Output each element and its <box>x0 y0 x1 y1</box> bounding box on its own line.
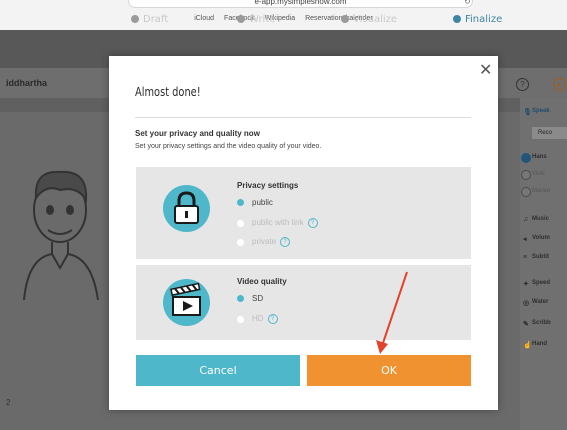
panel-subtitles[interactable]: ≡ Subtit <box>523 254 549 261</box>
dialog-description: Set your privacy settings and the video … <box>135 143 322 150</box>
clapperboard-icon <box>163 279 210 326</box>
annotation-arrow <box>376 271 408 354</box>
privacy-option-private[interactable]: private? <box>237 237 291 247</box>
running-icon: ✦ <box>523 281 529 288</box>
cancel-button[interactable]: Cancel <box>136 355 300 386</box>
panel-speaker[interactable]: 🎙 Speak <box>523 108 550 116</box>
dialog-title: Almost done! <box>135 85 201 99</box>
privacy-option-public-with-link[interactable]: public with link? <box>237 218 318 228</box>
panel-watermark[interactable]: ◎ Water <box>523 299 548 307</box>
step-dot-icon <box>131 15 139 23</box>
page-number: 2 <box>6 398 11 407</box>
radio-icon <box>237 315 244 323</box>
help-icon[interactable]: ? <box>280 237 291 247</box>
microphone-icon: 🎙 <box>523 109 532 116</box>
dialog-subtitle: Set your privacy and quality now <box>135 129 260 138</box>
url-bar[interactable]: e-app.mysimpleshow.com <box>128 0 473 8</box>
panel-hand[interactable]: ☝ Hand <box>523 341 547 349</box>
radio-icon <box>237 238 244 246</box>
music-icon: ♫ <box>523 216 529 223</box>
export-icon[interactable]: ▸ <box>553 78 566 91</box>
help-icon[interactable]: ? <box>516 78 529 91</box>
radio-selected-icon <box>237 295 244 303</box>
step-dot-icon <box>453 15 461 23</box>
panel-music[interactable]: ♫ Music <box>523 216 549 223</box>
subtitles-icon: ≡ <box>523 254 528 261</box>
radio-icon <box>521 153 531 163</box>
voice-option-hans[interactable]: Hans <box>521 153 547 163</box>
reload-icon[interactable]: ↻ <box>464 0 471 6</box>
close-icon[interactable]: ✕ <box>479 60 492 80</box>
radio-icon <box>521 170 531 180</box>
pen-icon: ✎ <box>523 321 529 328</box>
watermark-icon: ◎ <box>523 300 530 307</box>
lock-icon <box>163 185 210 232</box>
voice-option-marlene[interactable]: Marlen <box>521 187 550 197</box>
help-icon[interactable]: ? <box>267 314 278 324</box>
privacy-option-public[interactable]: public <box>237 198 273 207</box>
quality-option-sd[interactable]: SD <box>237 294 263 303</box>
step-dot-icon <box>237 15 245 23</box>
step-finalize[interactable]: Finalize <box>453 14 502 25</box>
record-button[interactable]: Reco <box>532 127 567 139</box>
ok-button[interactable]: OK <box>307 355 471 386</box>
panel-scribble[interactable]: ✎ Scribb <box>523 320 551 328</box>
step-draft[interactable]: Draft <box>131 14 168 25</box>
step-visualize[interactable]: Visualize <box>341 14 397 25</box>
video-quality-title: Video quality <box>237 277 287 286</box>
panel-volume[interactable]: ◂ Volum <box>523 235 550 243</box>
volume-icon: ◂ <box>523 236 527 243</box>
quality-option-hd[interactable]: HD? <box>237 314 278 324</box>
voice-option-vicki[interactable]: Vicki <box>521 170 545 180</box>
hand-icon: ☝ <box>523 342 532 349</box>
radio-icon <box>521 187 531 197</box>
divider <box>135 117 471 118</box>
character-illustration <box>23 170 99 300</box>
right-panel <box>520 98 567 430</box>
radio-icon <box>237 219 244 227</box>
bookmark-icloud[interactable]: iCloud <box>194 15 214 22</box>
project-title: iddhartha <box>6 78 48 88</box>
radio-selected-icon <box>237 199 244 207</box>
step-write[interactable]: Write <box>237 14 275 25</box>
panel-speed[interactable]: ✦ Speed <box>523 280 550 288</box>
privacy-settings-title: Privacy settings <box>237 181 299 190</box>
help-icon[interactable]: ? <box>307 218 318 228</box>
step-dot-icon <box>341 15 349 23</box>
